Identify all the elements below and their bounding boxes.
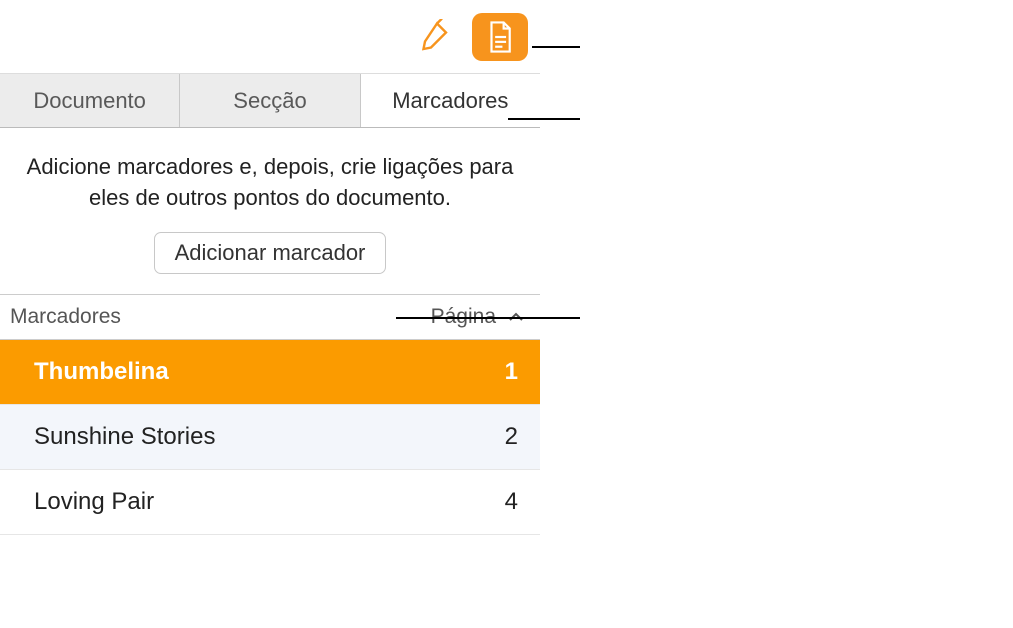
bookmark-row[interactable]: Thumbelina 1 xyxy=(0,340,540,405)
info-text: Adicione marcadores e, depois, crie liga… xyxy=(20,152,520,214)
tab-seccao[interactable]: Secção xyxy=(180,74,360,127)
tabs: Documento Secção Marcadores xyxy=(0,74,540,128)
tab-label: Secção xyxy=(233,88,306,114)
bookmark-page: 1 xyxy=(505,358,518,386)
tab-label: Marcadores xyxy=(392,88,508,114)
bookmarks-panel: Documento Secção Marcadores Adicione mar… xyxy=(0,0,540,535)
info-section: Adicione marcadores e, depois, crie liga… xyxy=(0,128,540,295)
bookmark-row[interactable]: Sunshine Stories 2 xyxy=(0,405,540,470)
add-bookmark-button[interactable]: Adicionar marcador xyxy=(154,232,387,274)
bookmark-page: 4 xyxy=(505,488,518,516)
document-options-button[interactable] xyxy=(472,13,528,61)
bookmark-name: Thumbelina xyxy=(34,358,505,386)
tab-label: Documento xyxy=(33,88,146,114)
bookmark-name: Sunshine Stories xyxy=(34,423,505,451)
column-header-name[interactable]: Marcadores xyxy=(10,305,431,329)
tab-documento[interactable]: Documento xyxy=(0,74,180,127)
toolbar xyxy=(0,0,540,74)
bookmark-page: 2 xyxy=(505,423,518,451)
format-brush-icon xyxy=(416,19,452,55)
format-brush-button[interactable] xyxy=(406,13,462,61)
callout-line xyxy=(532,46,580,48)
document-icon xyxy=(485,20,515,54)
bookmark-row[interactable]: Loving Pair 4 xyxy=(0,470,540,535)
bookmark-name: Loving Pair xyxy=(34,488,505,516)
callout-line xyxy=(396,317,580,319)
callout-line xyxy=(508,118,580,120)
